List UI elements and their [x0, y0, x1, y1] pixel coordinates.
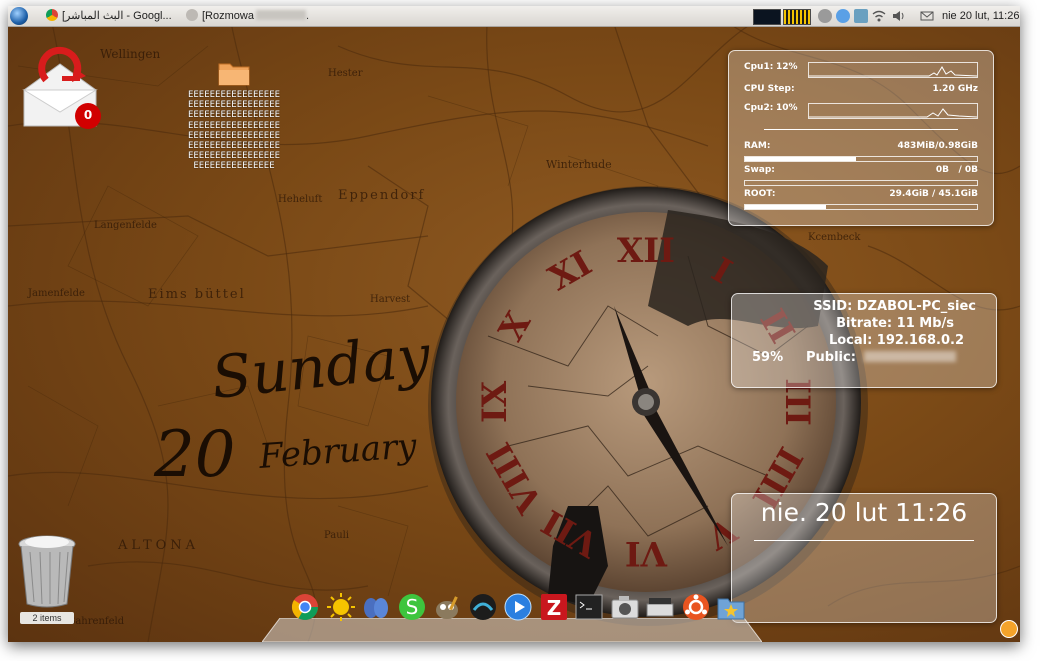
map-label: Pauli	[324, 530, 349, 541]
cpu-graph-applet[interactable]	[753, 9, 781, 25]
map-label: Kcembeck	[808, 232, 861, 243]
swap-value: 0B / 0B	[935, 165, 978, 175]
cpu2-value: 10%	[776, 103, 798, 113]
ubuntu-icon[interactable]	[681, 592, 711, 622]
root-bar-fill	[745, 205, 827, 209]
cpu2-label: Cpu2:	[744, 103, 774, 113]
map-label: Wellingen	[100, 47, 160, 61]
root-label: ROOT:	[744, 189, 776, 199]
root-bar	[744, 204, 978, 210]
task-label-trailing: .	[305, 10, 310, 22]
signal-strength: 59%	[752, 350, 784, 365]
chrome-icon	[46, 9, 58, 21]
bitrate-text: Bitrate: 11 Mb/s	[836, 316, 954, 331]
map-label: Langenfelde	[94, 220, 157, 231]
media-player-icon[interactable]	[503, 592, 533, 622]
map-label: Heheluft	[278, 194, 322, 205]
clock-widget: nie. 20 lut 11:26	[731, 493, 997, 623]
trash-label[interactable]: 2 items	[20, 612, 74, 624]
main-menu-icon[interactable]	[10, 7, 28, 25]
map-label: Jamenfelde	[27, 288, 85, 299]
cpu-step-label: CPU Step:	[744, 84, 795, 94]
ram-bar	[744, 156, 978, 162]
root-value: 29.4GiB / 45.1GiB	[889, 189, 978, 199]
filezilla-icon[interactable]: Z	[539, 592, 569, 622]
clock-applet-icon[interactable]	[1000, 620, 1018, 638]
clock-numeral: VI	[625, 533, 668, 573]
cpu1-value: 12%	[776, 62, 798, 72]
taskbar-item-chrome[interactable]: [البث المباشر - Googl...	[46, 6, 172, 26]
memory-graph-applet[interactable]	[783, 9, 811, 25]
ram-bar-fill	[745, 157, 857, 161]
ram-value: 483MiB/0.98GiB	[897, 141, 978, 151]
top-panel: [البث المباشر - Googl... [Rozmowa. nie 2…	[8, 6, 1020, 27]
gimp-icon[interactable]	[432, 592, 462, 622]
cpu1-label: Cpu1:	[744, 62, 774, 72]
desktop-screen: Hester Winterhude Eppendorf Heheluft Eim…	[8, 6, 1020, 642]
cpu-step-value: 1.20 GHz	[932, 84, 979, 94]
folder-icon[interactable]	[716, 592, 746, 622]
divider	[764, 129, 958, 130]
network-widget: SSID: DZABOL-PC_siec Bitrate: 11 Mb/s Lo…	[731, 293, 997, 388]
desktop-folder-icon[interactable]	[218, 60, 250, 86]
map-label: Harvest	[370, 294, 410, 305]
redacted-public-ip	[864, 351, 957, 362]
divider	[754, 540, 974, 541]
wifi-icon[interactable]	[872, 9, 886, 23]
wallpaper-day: Sunday	[208, 321, 434, 412]
task-label: [البث المباشر - Googl...	[62, 10, 172, 22]
local-ip-text: Local: 192.168.0.2	[828, 333, 964, 348]
map-label: Eppendorf	[338, 188, 425, 203]
desktop-folder-label[interactable]: EEEEEEEEEEEEEEEEEEEEEEEEEEEEEEEEEEEEEEEE…	[186, 90, 282, 172]
camera-icon[interactable]	[610, 592, 640, 622]
mail-notifier-icon[interactable]: 0	[16, 46, 102, 132]
map-label: ALTONA	[117, 538, 199, 553]
network-status-icon[interactable]	[836, 9, 850, 23]
status-icon[interactable]	[818, 9, 832, 23]
cpu1-graph	[808, 62, 978, 78]
chrome-icon[interactable]	[290, 592, 320, 622]
dock: SZ	[262, 586, 762, 642]
system-monitor-widget: Cpu1: 12% CPU Step: 1.20 GHz Cpu2: 10% R…	[728, 50, 994, 226]
svg-text:S: S	[405, 595, 418, 619]
weather-icon[interactable]	[326, 592, 356, 622]
clock-widget-text: nie. 20 lut 11:26	[760, 498, 968, 527]
wallpaper-date-number: 20	[153, 418, 235, 492]
skype-icon[interactable]: S	[397, 592, 427, 622]
ssid-text: SSID: DZABOL-PC_siec	[813, 299, 976, 314]
terminal-network-icon[interactable]	[468, 592, 498, 622]
volume-icon[interactable]	[892, 9, 906, 23]
cpu2-graph	[808, 103, 978, 119]
taskbar-item-pidgin[interactable]: [Rozmowa.	[186, 6, 309, 26]
swap-bar	[744, 180, 978, 186]
ram-label: RAM:	[744, 141, 771, 151]
task-label: [Rozmowa	[202, 10, 254, 22]
mail-badge-count: 0	[83, 108, 93, 122]
clock-numeral: XII	[617, 231, 675, 271]
public-ip-row: Public:	[806, 350, 957, 365]
swap-label: Swap:	[744, 165, 775, 175]
scanner-icon[interactable]	[645, 592, 675, 622]
public-ip-label: Public:	[806, 350, 856, 365]
redacted-name	[255, 10, 306, 20]
display-icon[interactable]	[854, 9, 868, 23]
clock-numeral: IX	[475, 380, 515, 423]
map-label: Hester	[328, 68, 363, 79]
pidgin-icon	[186, 9, 198, 21]
trash-icon[interactable]	[16, 532, 78, 608]
terminal-icon[interactable]	[574, 592, 604, 622]
panel-clock[interactable]: nie 20 lut, 11:26	[942, 6, 1019, 26]
wallpaper-month: February	[257, 426, 419, 477]
map-label: Bahrenfeld	[68, 616, 125, 627]
mail-icon[interactable]	[920, 9, 934, 23]
map-label: Eims büttel	[148, 287, 246, 302]
map-label: Winterhude	[546, 158, 612, 171]
pidgin-icon[interactable]	[361, 592, 391, 622]
svg-text:Z: Z	[546, 596, 561, 620]
